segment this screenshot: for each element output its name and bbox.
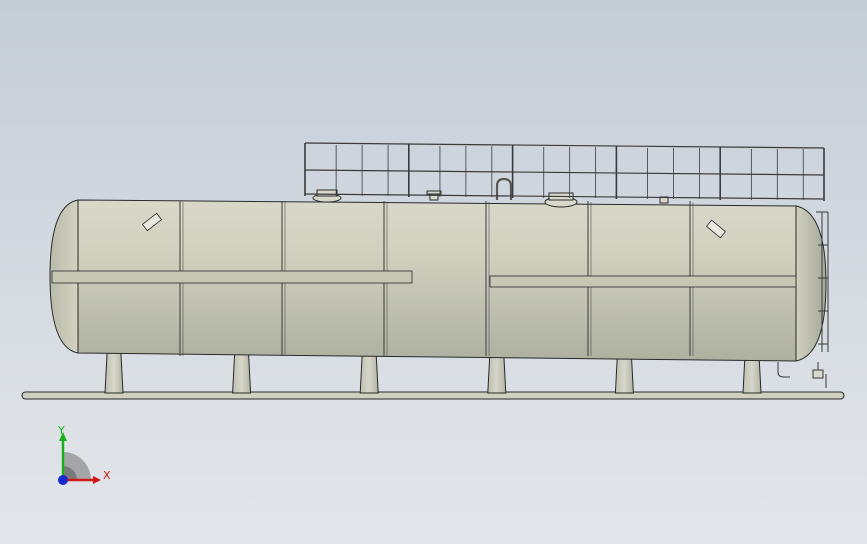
base-rail: [21, 391, 845, 400]
top-rail: [304, 142, 825, 149]
y-axis-label: Y: [58, 424, 65, 437]
model-canvas[interactable]: [0, 0, 867, 544]
mid-rail: [304, 169, 825, 176]
3d-viewport[interactable]: X Y: [0, 0, 867, 544]
platform-railing: [304, 142, 825, 201]
x-axis-label: X: [103, 469, 111, 482]
axis-triad: [58, 432, 101, 485]
tank-body: [49, 199, 827, 362]
